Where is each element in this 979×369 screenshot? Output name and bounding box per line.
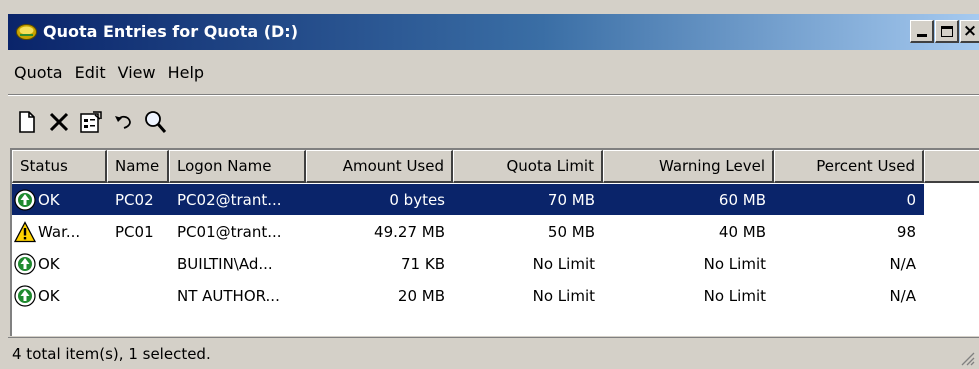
delete-button[interactable] [44, 107, 74, 137]
name-cell [107, 248, 169, 279]
warning-cell: 60 MB [718, 190, 766, 209]
warning-icon [14, 220, 36, 242]
quota-list[interactable]: Status Name Logon Name Amount Used Quota… [10, 148, 979, 336]
amount-cell: 49.27 MB [374, 222, 445, 241]
new-entry-button[interactable] [12, 107, 42, 137]
percent-cell: 0 [906, 190, 916, 209]
maximize-icon [940, 25, 953, 37]
table-row[interactable]: OK BUILTIN\Ad... 71 KB No Limit No Limit… [12, 248, 924, 279]
percent-cell: 98 [896, 222, 916, 241]
column-name[interactable]: Name [107, 150, 169, 183]
minimize-icon [916, 34, 927, 37]
status-text: OK [38, 254, 60, 273]
find-button[interactable] [140, 107, 170, 137]
name-cell: PC01 [115, 222, 154, 241]
status-bar: 4 total item(s), 1 selected. [8, 337, 979, 369]
title-bar[interactable]: Quota Entries for Quota (D:) × [8, 14, 979, 50]
undo-button[interactable] [108, 107, 138, 137]
close-icon: × [962, 20, 978, 41]
menu-edit[interactable]: Edit [69, 63, 112, 82]
menu-help[interactable]: Help [162, 63, 210, 82]
status-cell: OK [12, 280, 107, 311]
menu-view[interactable]: View [112, 63, 162, 82]
ok-icon [14, 252, 36, 275]
properties-icon [80, 111, 102, 133]
logon-cell: PC02@trant... [177, 190, 282, 209]
percent-cell: N/A [889, 286, 916, 305]
name-cell: PC02 [115, 190, 154, 209]
warning-cell: No Limit [703, 286, 766, 305]
logon-cell: BUILTIN\Ad... [177, 254, 273, 273]
limit-cell: 50 MB [547, 222, 595, 241]
amount-cell: 71 KB [401, 254, 445, 273]
name-cell [107, 280, 169, 311]
logon-cell: NT AUTHOR... [177, 286, 280, 305]
ok-icon [14, 188, 36, 211]
list-header: Status Name Logon Name Amount Used Quota… [12, 150, 979, 183]
resize-grip-icon[interactable] [959, 350, 975, 366]
window-title: Quota Entries for Quota (D:) [43, 22, 299, 41]
table-row[interactable]: OK NT AUTHOR... 20 MB No Limit No Limit … [12, 280, 924, 311]
table-row[interactable]: OK PC02 PC02@trant... 0 bytes 70 MB 60 M… [12, 184, 924, 215]
menu-quota[interactable]: Quota [8, 63, 69, 82]
delete-icon [49, 112, 69, 132]
drive-quota-icon [16, 24, 37, 40]
find-icon [145, 111, 167, 133]
status-cell: OK [12, 248, 107, 279]
status-text: OK [38, 190, 60, 209]
percent-cell: N/A [889, 254, 916, 273]
close-button[interactable]: × [960, 20, 979, 43]
warning-cell: No Limit [703, 254, 766, 273]
limit-cell: No Limit [532, 254, 595, 273]
toolbar [12, 102, 172, 142]
column-warning-level[interactable]: Warning Level [603, 150, 774, 183]
limit-cell: 70 MB [547, 190, 595, 209]
properties-button[interactable] [76, 107, 106, 137]
column-logon-name[interactable]: Logon Name [169, 150, 306, 183]
status-cell: War... [12, 216, 107, 247]
column-filler [924, 150, 979, 183]
column-status[interactable]: Status [12, 150, 107, 183]
status-text: War... [38, 222, 81, 241]
status-bar-text: 4 total item(s), 1 selected. [12, 344, 211, 363]
maximize-button[interactable] [935, 20, 959, 43]
amount-cell: 0 bytes [389, 190, 445, 209]
status-cell: OK [12, 184, 107, 215]
quota-entries-window: Quota Entries for Quota (D:) × Quota Edi… [0, 0, 979, 369]
status-text: OK [38, 286, 60, 305]
logon-cell: PC01@trant... [177, 222, 282, 241]
amount-cell: 20 MB [397, 286, 445, 305]
new-entry-icon [19, 111, 35, 133]
column-amount-used[interactable]: Amount Used [306, 150, 453, 183]
ok-icon [14, 284, 36, 307]
warning-cell: 40 MB [718, 222, 766, 241]
menu-separator [8, 94, 979, 96]
minimize-button[interactable] [910, 20, 934, 43]
column-percent-used[interactable]: Percent Used [774, 150, 924, 183]
table-row[interactable]: War... PC01 PC01@trant... 49.27 MB 50 MB… [12, 216, 924, 247]
undo-icon [115, 115, 131, 129]
menu-bar: Quota Edit View Help [8, 52, 210, 92]
column-quota-limit[interactable]: Quota Limit [453, 150, 603, 183]
limit-cell: No Limit [532, 286, 595, 305]
